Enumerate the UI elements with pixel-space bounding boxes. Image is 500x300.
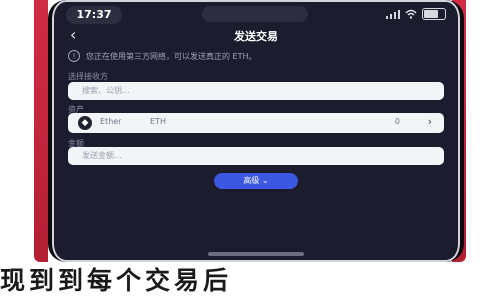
dynamic-island <box>202 6 308 22</box>
recipient-input[interactable]: 搜索、公钥... <box>68 82 444 100</box>
advanced-toggle-button[interactable]: 高级 ⌄ <box>214 173 298 189</box>
asset-symbol: ETH <box>150 117 166 126</box>
battery-icon <box>422 8 446 20</box>
page-title: 发送交易 <box>234 30 278 43</box>
amount-input[interactable]: 发送金额... <box>68 147 444 165</box>
network-notice: ! 您正在使用第三方网络，可以发送真正的 ETH。 <box>68 48 444 64</box>
nav-bar: ‹ 发送交易 <box>52 24 460 48</box>
caption-text: 现到到每个交易后 <box>0 266 233 295</box>
left-red-rail <box>34 0 48 262</box>
home-indicator <box>208 252 304 256</box>
chevron-down-icon: ⌄ <box>261 176 269 185</box>
info-icon: ! <box>68 50 80 62</box>
recipient-label: 选择接收方 <box>68 72 108 81</box>
notice-text: 您正在使用第三方网络，可以发送真正的 ETH。 <box>86 51 257 61</box>
cellular-signal-icon <box>386 9 400 19</box>
phone-screen: 17:37 ‹ 发送交易 ! 您正在使用第三方网络，可以发送真正的 ETH。 选… <box>48 0 464 262</box>
wifi-icon <box>405 9 417 19</box>
screenshot-stage: 17:37 ‹ 发送交易 ! 您正在使用第三方网络，可以发送真正的 ETH。 选… <box>0 0 500 300</box>
status-time: 17:37 <box>66 6 122 24</box>
ethereum-icon: ◆ <box>78 116 92 130</box>
asset-selector[interactable]: ◆ Ether ETH 0 › <box>68 113 444 133</box>
chevron-right-icon: › <box>427 115 432 128</box>
advanced-label: 高级 <box>243 176 260 185</box>
status-icons <box>386 7 446 21</box>
asset-name: Ether <box>100 117 122 126</box>
asset-balance: 0 <box>394 117 400 126</box>
